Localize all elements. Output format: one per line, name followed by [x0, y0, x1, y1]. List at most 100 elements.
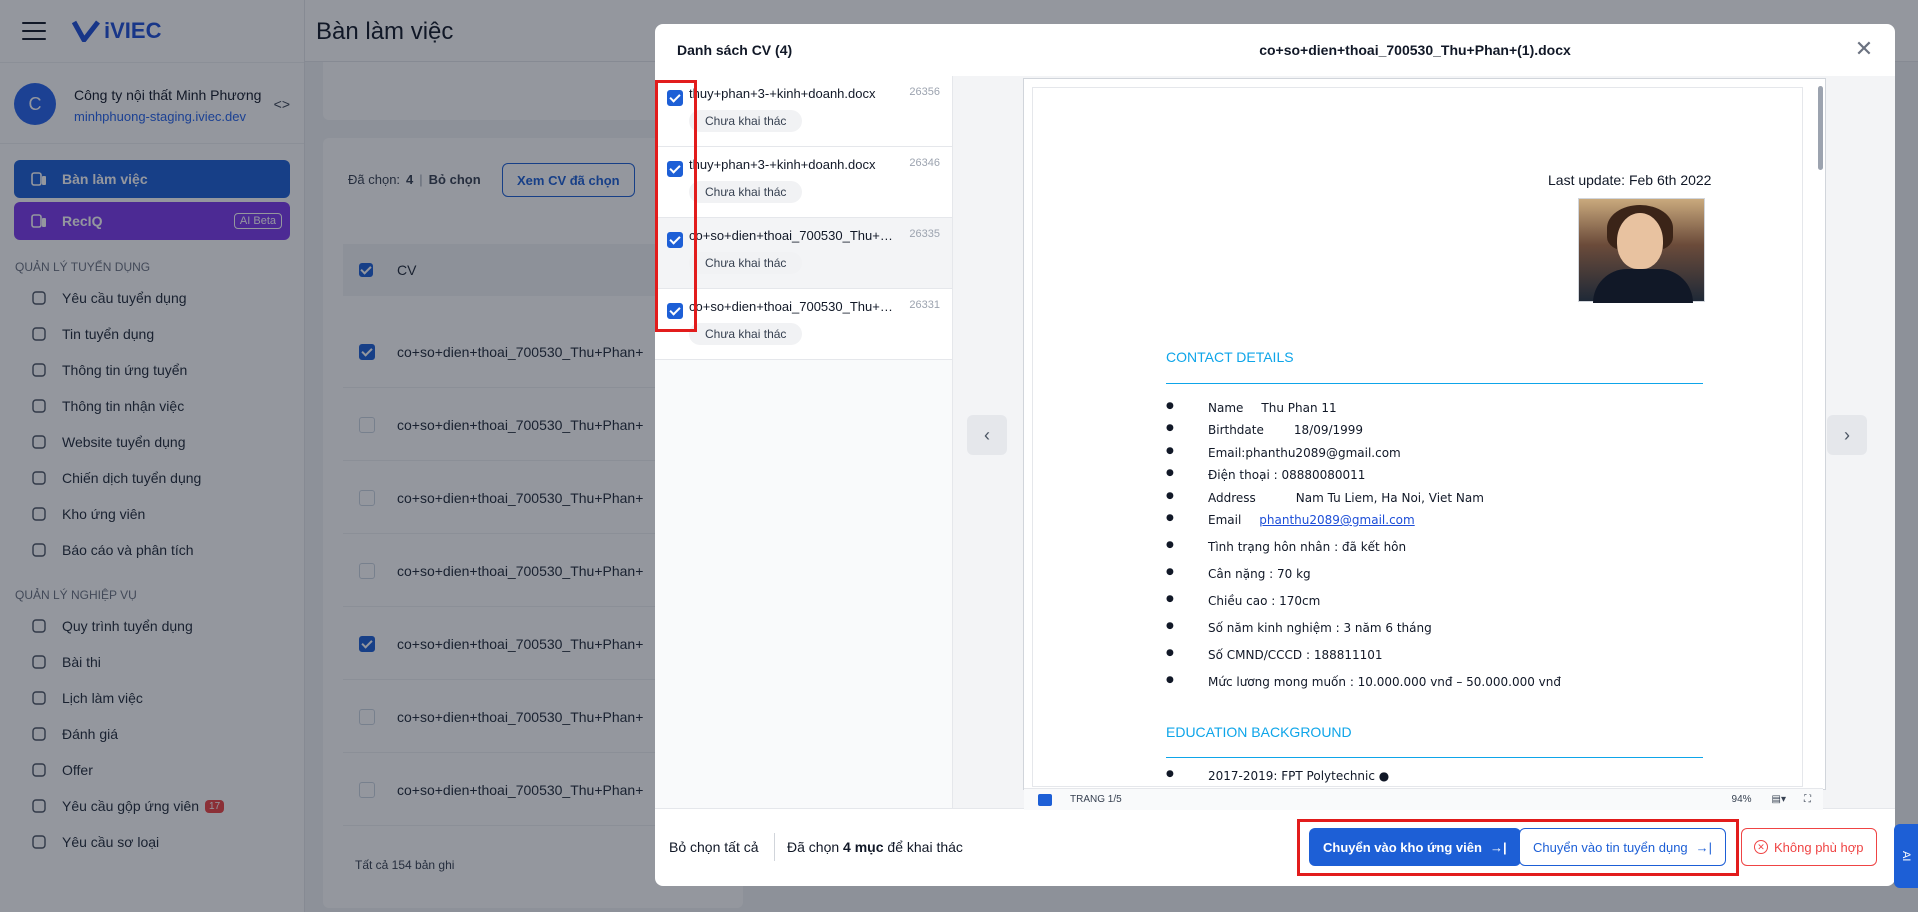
cv-file-name: thuy+phan+3-+kinh+doanh.docx: [689, 157, 876, 172]
bullet-dot: ●: [1166, 513, 1174, 523]
contact-label: Tình trạng hôn nhân : đã kết hôn: [1208, 540, 1407, 554]
button-label: Chuyển vào kho ứng viên: [1323, 839, 1482, 855]
deselect-all-link[interactable]: Bỏ chọn tất cả: [669, 839, 759, 855]
bullet-dot: ●: [1166, 594, 1174, 604]
selected-prefix: Đã chọn: [787, 839, 840, 855]
cv-id: 26356: [909, 86, 940, 98]
cv-list-item[interactable]: co+so+dien+thoai_700530_Thu+Phan+(1).doc…: [655, 289, 952, 360]
education-heading-line: [1166, 757, 1703, 758]
cv-checkbox[interactable]: [667, 232, 683, 248]
education-heading: EDUCATION BACKGROUND: [1166, 724, 1352, 740]
document-status-bar: TRANG 1/5 94% ▤▾ ⛶: [1024, 788, 1823, 810]
cv-file-name: co+so+dien+thoai_700530_Thu+Phan+(1).doc…: [689, 299, 894, 314]
cv-checkbox[interactable]: [667, 303, 683, 319]
education-text: 2017-2019: FPT Polytechnic ●: [1208, 769, 1390, 783]
view-mode-icon[interactable]: ▤▾: [1772, 794, 1786, 805]
button-label: Chuyển vào tin tuyển dụng: [1533, 839, 1688, 855]
word-doc-icon: [1038, 793, 1052, 806]
contact-label: Chiều cao : 170cm: [1208, 594, 1321, 608]
contact-details-heading: CONTACT DETAILS: [1166, 349, 1294, 365]
contact-label: Birthdate: [1208, 423, 1264, 437]
modal-title: Danh sách CV (4): [677, 42, 793, 58]
cv-list-panel: thuy+phan+3-+kinh+doanh.docx 26356 Chưa kh…: [655, 76, 953, 808]
prev-cv-button[interactable]: ‹: [967, 415, 1007, 455]
bullet-dot: ●: [1166, 491, 1174, 501]
email-link[interactable]: phanthu2089@gmail.com: [1259, 513, 1414, 527]
contact-line: ● Email:phanthu2089@gmail.com: [1166, 446, 1401, 460]
bullet-dot: ●: [1166, 423, 1174, 433]
next-cv-button[interactable]: ›: [1827, 415, 1867, 455]
contact-line: ● Số CMND/CCCD : 188811101: [1166, 648, 1383, 662]
cv-checkbox[interactable]: [667, 161, 683, 177]
cv-name-row: thuy+phan+3-+kinh+doanh.docx 26356: [689, 86, 940, 101]
contact-value: Nam Tu Liem, Ha Noi, Viet Nam: [1295, 491, 1484, 505]
bullet-dot: ●: [1166, 468, 1174, 478]
ai-side-tab[interactable]: AI: [1894, 824, 1918, 888]
bullet-dot: ●: [1166, 401, 1174, 411]
education-line: ● 2017-2019: FPT Polytechnic ●: [1166, 769, 1389, 783]
contact-label: Cân nặng : 70 kg: [1208, 567, 1311, 581]
cv-file-name: co+so+dien+thoai_700530_Thu+Phan+(1).doc…: [689, 228, 894, 243]
contact-line: ● Chiều cao : 170cm: [1166, 594, 1320, 608]
cv-status-badge: Chưa khai thác: [689, 110, 803, 132]
selected-suffix: để khai thác: [887, 839, 963, 855]
cv-list-item[interactable]: thuy+phan+3-+kinh+doanh.docx 26346 Chưa kh…: [655, 147, 952, 218]
contact-label: Mức lương mong muốn : 10.000.000 vnđ – 5…: [1208, 675, 1561, 689]
contact-line: ● Số năm kinh nghiệm : 3 năm 6 tháng: [1166, 621, 1432, 635]
contact-label: Số năm kinh nghiệm : 3 năm 6 tháng: [1208, 621, 1432, 635]
contact-line: ● Tình trạng hôn nhân : đã kết hôn: [1166, 540, 1406, 554]
contact-label: Email:phanthu2089@gmail.com: [1208, 446, 1401, 460]
contact-line: ● Cân nặng : 70 kg: [1166, 567, 1311, 581]
cv-status-badge: Chưa khai thác: [689, 252, 803, 274]
arrow-right-bar-icon: →|: [1695, 839, 1713, 855]
document-scrollbar[interactable]: [1818, 86, 1823, 170]
contact-label: Name: [1208, 401, 1244, 415]
contact-line: ● Name Thu Phan 11: [1166, 401, 1337, 415]
cv-file-name: thuy+phan+3-+kinh+doanh.docx: [689, 86, 876, 101]
bullet-dot: ●: [1166, 675, 1174, 685]
contact-label: Số CMND/CCCD : 188811101: [1208, 648, 1383, 662]
move-to-job-post-button[interactable]: Chuyển vào tin tuyển dụng →|: [1519, 828, 1727, 866]
close-icon[interactable]: ✕: [1853, 38, 1875, 60]
cv-id: 26335: [909, 228, 940, 240]
contact-label: Điện thoại : 08880080011: [1208, 468, 1366, 482]
zoom-level: 94%: [1731, 794, 1752, 805]
photo-face: [1617, 213, 1663, 269]
cv-name-row: co+so+dien+thoai_700530_Thu+Phan+(1).doc…: [689, 299, 940, 314]
fit-to-screen-icon[interactable]: ⛶: [1804, 794, 1811, 805]
cv-checkbox[interactable]: [667, 90, 683, 106]
modal-footer: Bỏ chọn tất cả Đã chọn 4 mục để khai thá…: [655, 808, 1895, 886]
cv-list-item[interactable]: thuy+phan+3-+kinh+doanh.docx 26356 Chưa kh…: [655, 76, 952, 147]
bullet-dot: ●: [1166, 769, 1174, 779]
modal-header: Danh sách CV (4) co+so+dien+thoai_700530…: [655, 24, 1895, 76]
contact-line: ● Address Nam Tu Liem, Ha Noi, Viet Nam: [1166, 491, 1484, 505]
contact-value: Thu Phan 11: [1261, 401, 1337, 415]
contact-heading-line: [1166, 383, 1703, 384]
contact-line: ● Điện thoại : 08880080011: [1166, 468, 1365, 482]
cv-name-row: co+so+dien+thoai_700530_Thu+Phan+(1).doc…: [689, 228, 940, 243]
contact-line: ● Birthdate 18/09/1999: [1166, 423, 1363, 437]
selected-summary: Đã chọn 4 mục để khai thác: [787, 839, 963, 855]
bullet-dot: ●: [1166, 621, 1174, 631]
contact-value: 18/09/1999: [1293, 423, 1364, 437]
bullet-dot: ●: [1166, 648, 1174, 658]
cv-status-badge: Chưa khai thác: [689, 181, 803, 203]
bullet-dot: ●: [1166, 540, 1174, 550]
photo-suit: [1593, 269, 1693, 303]
selected-count: 4 mục: [843, 839, 884, 855]
contact-label: Email: [1208, 513, 1242, 527]
reject-button[interactable]: ✕ Không phù hợp: [1741, 828, 1877, 866]
bullet-dot: ●: [1166, 446, 1174, 456]
candidate-photo: [1578, 198, 1705, 303]
page-indicator: TRANG 1/5: [1070, 794, 1122, 805]
move-to-candidate-pool-button[interactable]: Chuyển vào kho ứng viên →|: [1309, 828, 1521, 866]
contact-line: ● Email phanthu2089@gmail.com: [1166, 513, 1415, 527]
footer-divider: [774, 833, 775, 861]
cv-id: 26346: [909, 157, 940, 169]
button-label: Không phù hợp: [1774, 839, 1864, 855]
cv-status-badge: Chưa khai thác: [689, 323, 803, 345]
cv-id: 26331: [909, 299, 940, 311]
close-circle-icon: ✕: [1754, 840, 1768, 854]
last-update-text: Last update: Feb 6th 2022: [1548, 172, 1712, 188]
cv-list-item[interactable]: co+so+dien+thoai_700530_Thu+Phan+(1).doc…: [655, 218, 952, 289]
